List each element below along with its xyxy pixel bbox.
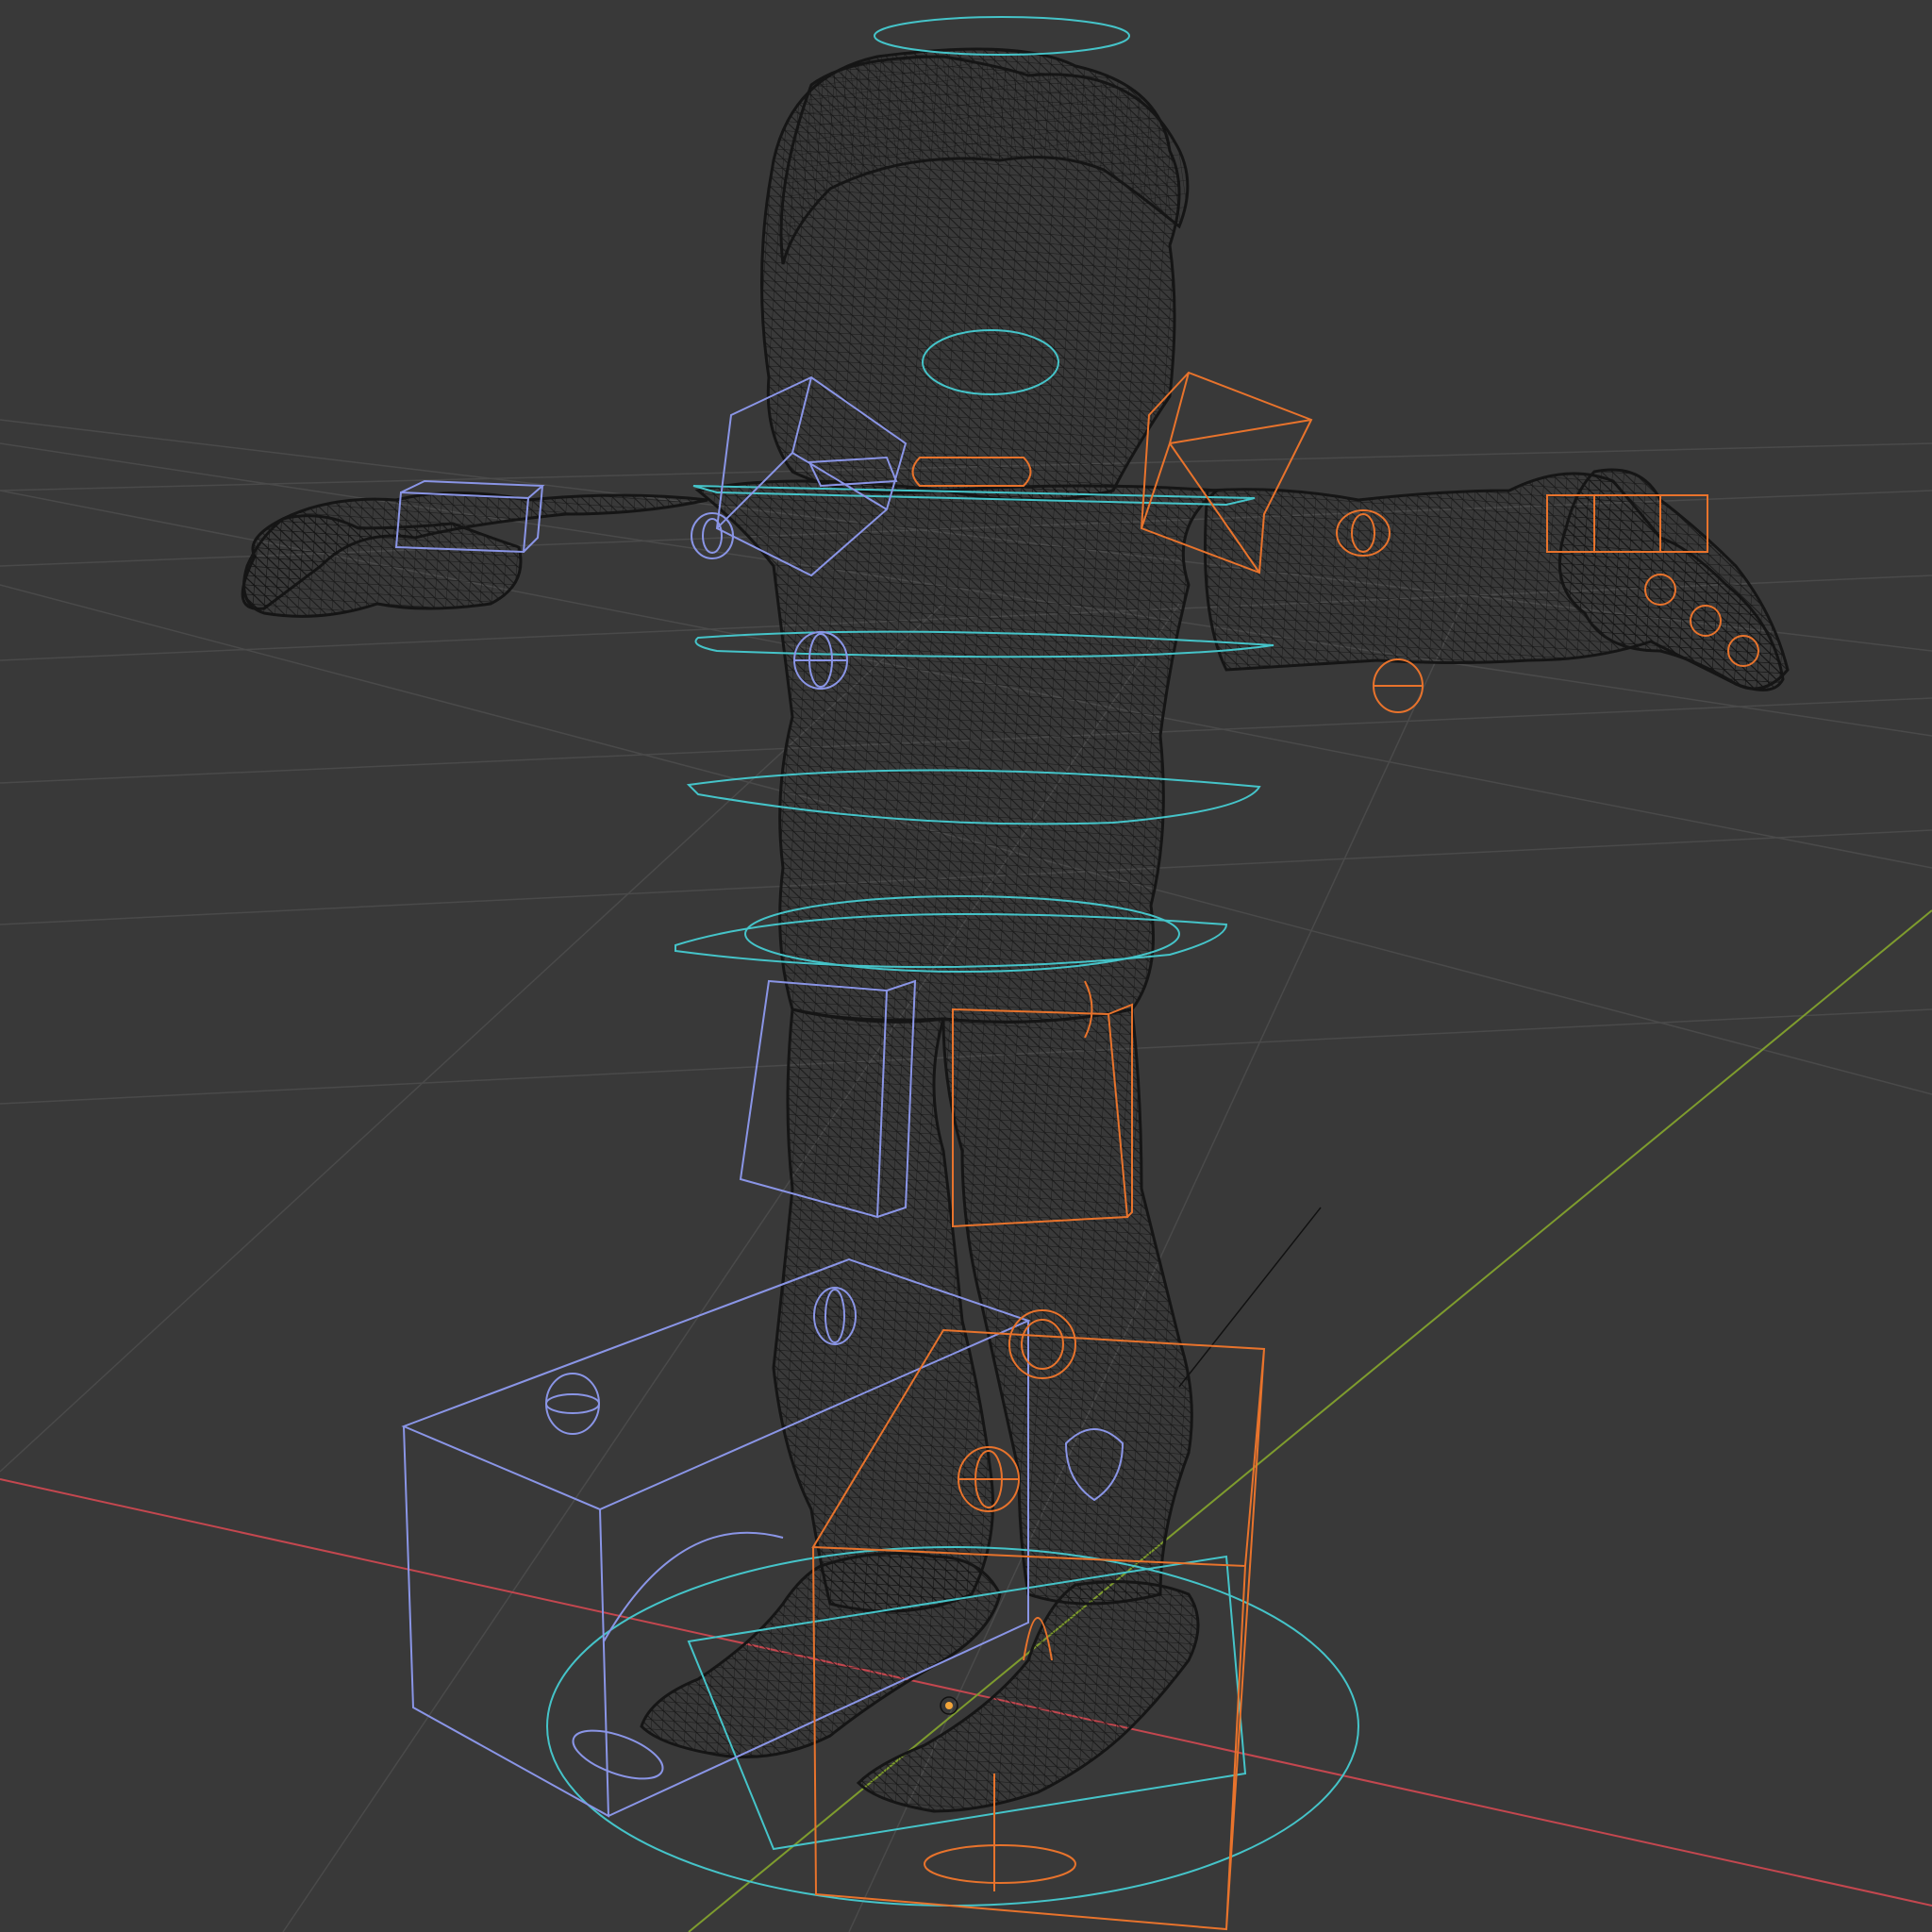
character-mesh[interactable] (241, 47, 1790, 1813)
foot-left-roll[interactable] (545, 1373, 600, 1435)
heel-right-control[interactable] (924, 1844, 1076, 1884)
mesh-hand-left (242, 514, 523, 618)
heel-left-control[interactable] (603, 1531, 784, 1642)
viewport-canvas[interactable] (0, 0, 1932, 1932)
3d-viewport[interactable] (0, 0, 1932, 1932)
camera-line (1178, 1207, 1322, 1388)
origin-marker (940, 1696, 958, 1715)
mesh-torso (694, 479, 1221, 1024)
